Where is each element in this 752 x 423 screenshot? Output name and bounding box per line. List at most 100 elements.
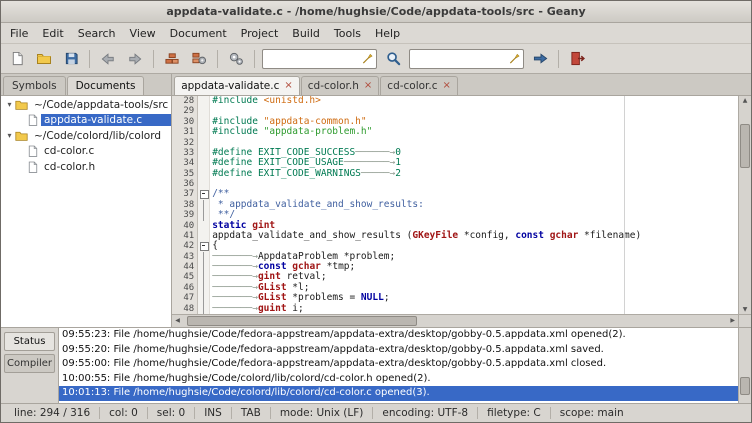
editor-horizontal-scrollbar[interactable]: ◀ ▶ <box>172 314 738 327</box>
line-number: 40 <box>172 221 194 231</box>
fold-marker[interactable] <box>198 241 209 251</box>
status-message-row[interactable]: 09:55:23: File /home/hughsie/Code/fedora… <box>59 328 738 343</box>
horizontal-scrollbar-thumb[interactable] <box>187 316 417 326</box>
status-message-row[interactable]: 10:01:13: File /home/hughsie/Code/colord… <box>59 386 738 401</box>
tree-item-label: cd-color.c <box>41 145 171 157</box>
toolbar-separator <box>217 50 218 68</box>
fold-cell <box>198 210 209 220</box>
clear-icon[interactable] <box>509 53 520 64</box>
menu-item-help[interactable]: Help <box>368 23 407 43</box>
menu-item-file[interactable]: File <box>3 23 35 43</box>
editor-tab-cd-color.c[interactable]: cd-color.c × <box>380 76 458 95</box>
editor-tab-label: cd-color.h <box>308 80 359 92</box>
arrow-left-icon <box>100 52 116 66</box>
clear-icon[interactable] <box>362 53 373 64</box>
code-line[interactable]: appdata_validate_and_show_results (GKeyF… <box>212 231 738 241</box>
sidebar-tab-symbols[interactable]: Symbols <box>3 76 66 95</box>
menu-item-search[interactable]: Search <box>71 23 123 43</box>
expander-icon[interactable]: ▾ <box>4 100 15 109</box>
goto-line-input[interactable] <box>413 53 509 64</box>
code-line[interactable] <box>212 179 738 189</box>
tree-item[interactable]: ▾~/Code/appdata-tools/src <box>1 97 171 113</box>
scroll-right-arrow[interactable]: ▶ <box>730 317 735 324</box>
vertical-scrollbar-thumb[interactable] <box>740 124 750 168</box>
statusbar: line: 294 / 316col: 0sel: 0INSTABmode: U… <box>1 403 751 422</box>
menu-item-view[interactable]: View <box>123 23 163 43</box>
quit-button[interactable] <box>564 47 590 71</box>
scrollbar-corner <box>738 314 751 327</box>
message-window: Status Compiler 09:55:23: File /home/hugh… <box>1 327 751 403</box>
tree-item-label: appdata-validate.c <box>41 114 171 126</box>
fold-cell <box>198 304 209 314</box>
compile-button[interactable] <box>159 47 185 71</box>
execute-button[interactable] <box>223 47 249 71</box>
line-number: 47 <box>172 293 194 303</box>
code-line[interactable]: #include "appdata-problem.h" <box>212 127 738 137</box>
messages-scrollbar-thumb[interactable] <box>740 377 750 395</box>
build-button[interactable] <box>186 47 212 71</box>
line-number: 46 <box>172 283 194 293</box>
menu-item-build[interactable]: Build <box>285 23 327 43</box>
editor-tab-cd-color.h[interactable]: cd-color.h × <box>301 76 380 95</box>
menu-item-document[interactable]: Document <box>163 23 234 43</box>
code-line[interactable]: #include <unistd.h> <box>212 96 738 106</box>
tree-item[interactable]: appdata-validate.c <box>1 113 171 129</box>
sidebar-tab-documents[interactable]: Documents <box>67 76 145 95</box>
tab-close-icon[interactable]: × <box>284 81 292 91</box>
goto-line-button[interactable] <box>527 47 553 71</box>
message-tab-status[interactable]: Status <box>4 332 55 351</box>
nav-forward-button[interactable] <box>122 47 148 71</box>
line-number: 36 <box>172 179 194 189</box>
tab-close-icon[interactable]: × <box>443 81 451 91</box>
status-message-row[interactable]: 10:00:55: File /home/hughsie/Code/colord… <box>59 372 738 387</box>
tree-item[interactable]: cd-color.c <box>1 144 171 160</box>
search-button[interactable] <box>380 47 406 71</box>
tree-item[interactable]: ▾ ~/Code/colord/lib/colord <box>1 128 171 144</box>
editor-tab-appdata-validate.c[interactable]: appdata-validate.c× <box>174 76 300 95</box>
build-icon <box>191 51 207 66</box>
line-number: 42 <box>172 241 194 251</box>
statusbar-item: col: 0 <box>100 407 147 419</box>
status-message-row[interactable]: 09:55:20: File /home/hughsie/Code/fedora… <box>59 343 738 358</box>
code-line[interactable]: * appdata_validate_and_show_results: <box>212 200 738 210</box>
fold-cell <box>198 158 209 168</box>
status-message-row[interactable]: 09:55:00: File /home/hughsie/Code/fedora… <box>59 357 738 372</box>
nav-back-button[interactable] <box>95 47 121 71</box>
message-tab-compiler[interactable]: Compiler <box>4 354 55 373</box>
menu-item-tools[interactable]: Tools <box>327 23 368 43</box>
code-area[interactable]: 2829303132333435363738394041424344454647… <box>172 96 751 314</box>
code-line[interactable]: #define EXIT_CODE_WARNINGS─────→2 <box>212 169 738 179</box>
line-number: 44 <box>172 262 194 272</box>
code-line[interactable]: **/ <box>212 210 738 220</box>
fold-marker[interactable] <box>198 189 209 199</box>
messages-scrollbar[interactable] <box>738 328 751 403</box>
scroll-up-arrow[interactable]: ▲ <box>739 97 751 104</box>
line-number: 48 <box>172 304 194 314</box>
tree-item-label: ~/Code/colord/lib/colord <box>31 130 171 142</box>
code-text[interactable]: #include <unistd.h>#include "appdata-com… <box>210 96 738 314</box>
tree-item-label: cd-color.h <box>41 161 171 173</box>
scroll-left-arrow[interactable]: ◀ <box>175 317 180 324</box>
code-line[interactable]: ───────→guint i; <box>212 304 738 314</box>
menu-item-edit[interactable]: Edit <box>35 23 70 43</box>
tree-item[interactable]: cd-color.h <box>1 159 171 175</box>
open-file-button[interactable] <box>31 47 57 71</box>
fold-cell <box>198 262 209 272</box>
expander-icon[interactable]: ▾ <box>4 131 15 140</box>
fold-cell <box>198 96 209 106</box>
titlebar[interactable]: appdata-validate.c - /home/hughsie/Code/… <box>1 1 751 23</box>
statusbar-item: sel: 0 <box>148 407 194 419</box>
editor-tab-label: cd-color.c <box>387 80 437 92</box>
scroll-down-arrow[interactable]: ▼ <box>739 306 751 313</box>
new-file-button[interactable] <box>4 47 30 71</box>
fold-cell <box>198 179 209 189</box>
save-file-button[interactable] <box>58 47 84 71</box>
tab-close-icon[interactable]: × <box>364 81 372 91</box>
statusbar-item: line: 294 / 316 <box>5 407 99 419</box>
editor-vertical-scrollbar[interactable]: ▲ ▼ <box>738 96 751 314</box>
fold-cell <box>198 293 209 303</box>
search-entry <box>262 49 377 69</box>
search-input[interactable] <box>266 53 362 64</box>
menu-item-project[interactable]: Project <box>234 23 286 43</box>
menubar: FileEditSearchViewDocumentProjectBuildTo… <box>1 23 751 44</box>
